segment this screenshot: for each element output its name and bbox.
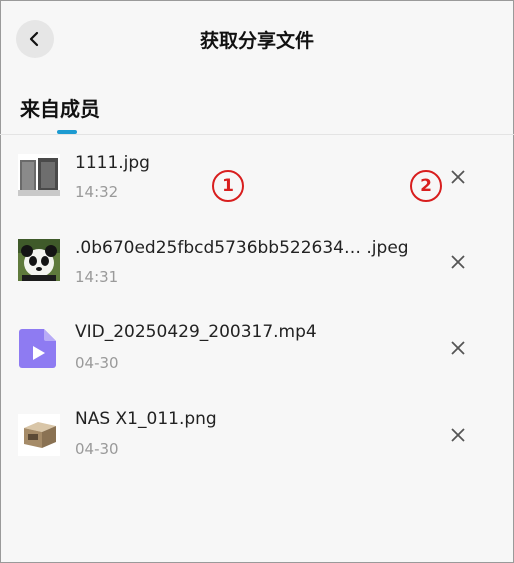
close-icon	[451, 170, 465, 184]
file-thumbnail-nas	[18, 414, 60, 456]
video-file-icon	[18, 326, 60, 368]
file-thumbnail-panda	[18, 239, 60, 281]
remove-file-button[interactable]	[446, 336, 470, 360]
file-row[interactable]: VID_20250429_200317.mp4 04-30	[0, 312, 514, 392]
close-icon	[451, 341, 465, 355]
file-time: 14:32	[75, 183, 119, 201]
file-name: VID_20250429_200317.mp4	[75, 322, 317, 342]
file-row[interactable]: NAS X1_011.png 04-30	[0, 398, 514, 478]
file-time: 14:31	[75, 268, 119, 286]
close-icon	[451, 255, 465, 269]
annotation-marker-2: 2	[410, 170, 442, 202]
file-time: 04-30	[75, 354, 119, 372]
annotation-marker-1: 1	[212, 170, 244, 202]
remove-file-button[interactable]	[446, 423, 470, 447]
remove-file-button[interactable]	[446, 165, 470, 189]
file-name: .0b670ed25fbcd5736bb522634… .jpeg	[75, 238, 409, 258]
file-name: 1111.jpg	[75, 153, 150, 173]
file-name: NAS X1_011.png	[75, 409, 217, 429]
file-thumbnail-speaker	[18, 154, 60, 196]
page-title: 获取分享文件	[199, 30, 314, 52]
divider	[0, 134, 514, 135]
file-row[interactable]: .0b670ed25fbcd5736bb522634… .jpeg 14:31	[0, 226, 514, 306]
file-time: 04-30	[75, 440, 119, 458]
close-icon	[451, 428, 465, 442]
remove-file-button[interactable]	[446, 250, 470, 274]
tab-from-members[interactable]: 来自成员	[20, 93, 100, 122]
